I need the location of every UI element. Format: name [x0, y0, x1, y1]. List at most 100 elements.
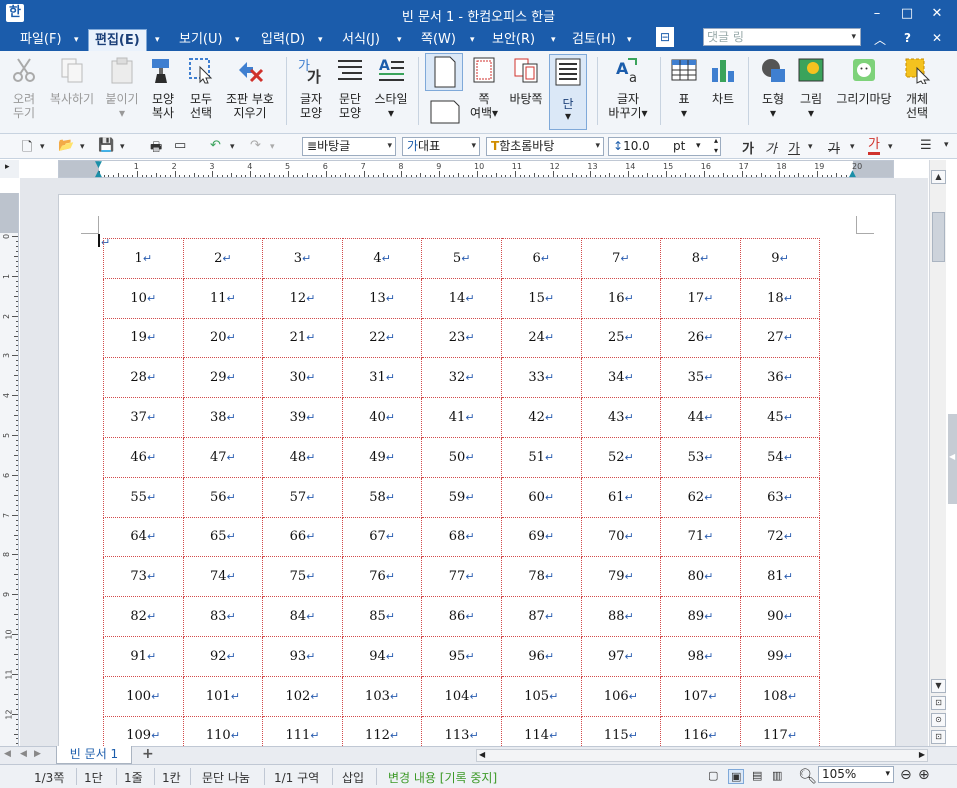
- table-cell[interactable]: 71↵: [660, 516, 741, 558]
- menu-format-dropdown-icon[interactable]: ▾: [397, 29, 402, 51]
- table-cell[interactable]: 103↵: [341, 675, 423, 717]
- table-cell[interactable]: 43↵: [580, 397, 662, 438]
- table-cell[interactable]: 79↵: [580, 556, 662, 598]
- table-cell[interactable]: 1↵: [103, 238, 184, 279]
- tab-scroll-left-icon[interactable]: ◀: [4, 749, 11, 759]
- number-table[interactable]: 1↵ 2↵ 3↵ 4↵ 5↵ 6↵ 7↵ 8↵ 9↵ 10↵ 11↵ 12↵ 13↵ 14↵ 15↵ 16↵ 1…: [103, 238, 821, 748]
- zoom-select[interactable]: 105% ▾: [818, 766, 894, 783]
- table-cell[interactable]: 25↵: [580, 317, 662, 359]
- maximize-button[interactable]: □: [896, 4, 918, 24]
- document-page[interactable]: ↵ 1↵ 2↵ 3↵ 4↵ 5↵ 6↵ 7↵ 8↵ 9↵ 10↵ 11↵ 12↵ 13↵ 14↵ 15↵ 16…: [58, 194, 896, 748]
- menu-file[interactable]: 파일(F): [14, 29, 68, 51]
- scroll-thumb[interactable]: [932, 212, 945, 262]
- table-cell[interactable]: 47↵: [182, 436, 264, 478]
- table-cell[interactable]: 50↵: [421, 436, 502, 478]
- strike-button[interactable]: 가: [828, 138, 840, 157]
- style-select[interactable]: ≣바탕글 ▾: [302, 137, 396, 156]
- table-cell[interactable]: 85↵: [341, 596, 423, 637]
- table-cell[interactable]: 27↵: [739, 317, 821, 359]
- select-all-button[interactable]: 모두 선택: [184, 56, 218, 120]
- table-cell[interactable]: 45↵: [739, 397, 821, 438]
- save-dropdown-icon[interactable]: ▾: [120, 142, 125, 152]
- table-cell[interactable]: 69↵: [500, 516, 582, 558]
- table-cell[interactable]: 59↵: [421, 476, 502, 518]
- table-cell[interactable]: 24↵: [500, 317, 582, 359]
- table-cell[interactable]: 23↵: [421, 317, 502, 359]
- table-cell[interactable]: 51↵: [500, 436, 582, 478]
- shape-dropdown-icon[interactable]: ▾: [755, 106, 791, 120]
- table-cell[interactable]: 22↵: [341, 317, 423, 359]
- comment-search-input[interactable]: 댓글 링 ▾: [703, 28, 861, 46]
- table-cell[interactable]: 99↵: [739, 635, 821, 677]
- ruler-corner[interactable]: ▸: [0, 160, 19, 178]
- prev-page-button[interactable]: ⊡: [931, 696, 946, 710]
- document-area[interactable]: ↵ 1↵ 2↵ 3↵ 4↵ 5↵ 6↵ 7↵ 8↵ 9↵ 10↵ 11↵ 12↵ 13↵ 14↵ 15↵ 16…: [20, 178, 928, 748]
- char-shape-button[interactable]: 가가 글자 모양: [294, 56, 328, 120]
- menu-input-dropdown-icon[interactable]: ▾: [318, 29, 323, 51]
- close-button[interactable]: ✕: [926, 4, 948, 24]
- table-cell[interactable]: 72↵: [739, 516, 821, 558]
- menu-security-dropdown-icon[interactable]: ▾: [551, 29, 556, 51]
- scroll-left-button[interactable]: ◀: [479, 750, 485, 759]
- table-cell[interactable]: 16↵: [580, 277, 662, 319]
- table-cell[interactable]: 95↵: [421, 635, 502, 677]
- table-cell[interactable]: 108↵: [739, 675, 821, 717]
- table-cell[interactable]: 21↵: [262, 317, 343, 359]
- object-select-button[interactable]: 개체 선택: [899, 56, 935, 120]
- table-cell[interactable]: 67↵: [341, 516, 423, 558]
- drawing-gallery-button[interactable]: 그리기마당: [832, 56, 896, 106]
- table-cell[interactable]: 38↵: [182, 397, 264, 438]
- picture-dropdown-icon[interactable]: ▾: [794, 106, 828, 120]
- table-cell[interactable]: 78↵: [500, 556, 582, 598]
- table-cell[interactable]: 42↵: [500, 397, 582, 438]
- status-track-changes[interactable]: 변경 내용 [기록 중지]: [388, 769, 497, 786]
- style-dropdown-icon[interactable]: ▾: [372, 106, 410, 120]
- table-cell[interactable]: 36↵: [739, 357, 821, 399]
- table-cell[interactable]: 10↵: [103, 277, 184, 319]
- status-break[interactable]: 문단 나눔: [202, 769, 250, 786]
- table-cell[interactable]: 73↵: [103, 556, 184, 598]
- shape-button[interactable]: 도형 ▾: [755, 56, 791, 120]
- table-cell[interactable]: 93↵: [262, 635, 343, 677]
- table-cell[interactable]: 48↵: [262, 436, 343, 478]
- doc-close-icon[interactable]: ✕: [932, 31, 942, 45]
- table-cell[interactable]: 12↵: [262, 277, 343, 319]
- cut-button[interactable]: 오려 두기: [6, 56, 42, 120]
- select-browse-button[interactable]: ⊙: [931, 713, 946, 727]
- toolbar-overflow-icon[interactable]: ▾: [944, 140, 949, 150]
- strike-dropdown-icon[interactable]: ▾: [850, 142, 855, 152]
- table-cell[interactable]: 8↵: [660, 238, 741, 279]
- chart-button[interactable]: 차트: [706, 56, 740, 106]
- table-cell[interactable]: 90↵: [739, 596, 821, 637]
- table-cell[interactable]: 107↵: [660, 675, 741, 717]
- font-color-dropdown-icon[interactable]: ▾: [888, 142, 893, 152]
- table-cell[interactable]: 56↵: [182, 476, 264, 518]
- undo-dropdown-icon[interactable]: ▾: [230, 142, 235, 152]
- table-cell[interactable]: 14↵: [421, 277, 502, 319]
- font-color-button[interactable]: 가: [868, 138, 880, 155]
- new-doc-dropdown-icon[interactable]: ▾: [40, 142, 45, 152]
- table-cell[interactable]: 26↵: [660, 317, 741, 359]
- chevron-down-icon[interactable]: ▾: [595, 138, 600, 155]
- print-preview-icon[interactable]: ▭: [174, 138, 186, 153]
- table-cell[interactable]: 46↵: [103, 436, 184, 478]
- table-cell[interactable]: 31↵: [341, 357, 423, 399]
- table-cell[interactable]: 5↵: [421, 238, 502, 279]
- table-cell[interactable]: 19↵: [103, 317, 184, 359]
- view-page-icon[interactable]: ▣: [728, 769, 745, 784]
- font-size-stepper[interactable]: ▴ ▾: [714, 136, 718, 156]
- table-cell[interactable]: 2↵: [182, 238, 264, 279]
- table-cell[interactable]: 55↵: [103, 476, 184, 518]
- table-cell[interactable]: 106↵: [580, 675, 662, 717]
- table-cell[interactable]: 82↵: [103, 596, 184, 637]
- table-cell[interactable]: 57↵: [262, 476, 343, 518]
- table-cell[interactable]: 89↵: [660, 596, 741, 637]
- table-cell[interactable]: 105↵: [500, 675, 582, 717]
- menu-file-dropdown-icon[interactable]: ▾: [74, 29, 79, 51]
- open-dropdown-icon[interactable]: ▾: [80, 142, 85, 152]
- print-icon[interactable]: 🖶: [150, 138, 162, 160]
- table-cell[interactable]: 84↵: [262, 596, 343, 637]
- font-size-input[interactable]: ↕10.0 pt ▾ ▴ ▾: [608, 136, 721, 156]
- status-insert-mode[interactable]: 삽입: [342, 769, 364, 786]
- paste-button[interactable]: 붙이기 ▾: [102, 56, 142, 120]
